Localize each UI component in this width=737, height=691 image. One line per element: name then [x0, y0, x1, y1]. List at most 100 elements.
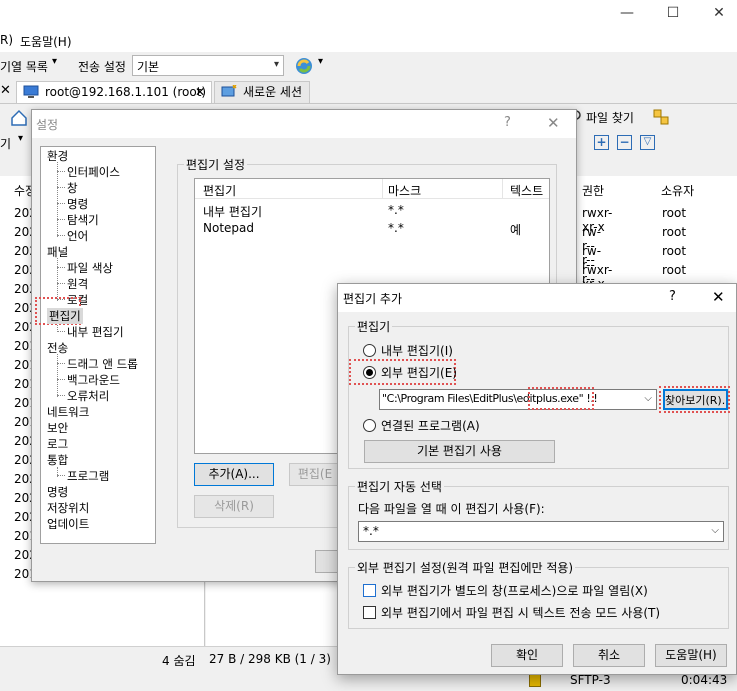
tree-item-drag-drop[interactable]: 드래그 앤 드롭	[67, 356, 138, 372]
dialog-title: 편집기 추가	[343, 292, 403, 306]
chevron-down-icon[interactable]: ▾	[18, 133, 23, 144]
tree-item-environment[interactable]: 환경	[47, 148, 68, 164]
tree-item-internal-editor[interactable]: 내부 편집기	[67, 324, 124, 340]
text-mode-checkbox[interactable]	[363, 606, 376, 619]
column-header-editor[interactable]: 편집기	[203, 182, 236, 199]
delete-editor-button[interactable]: 삭제(R)	[194, 495, 274, 518]
chevron-down-icon[interactable]: ⌵	[644, 393, 652, 404]
list-header: 편집기 마스크 텍스트	[195, 179, 549, 199]
associated-program-radio[interactable]	[363, 419, 376, 432]
close-button[interactable]: ✕	[696, 0, 737, 28]
menu-item-partial[interactable]: R)	[0, 33, 13, 47]
menubar: R) 도움말(H)	[0, 28, 737, 52]
cancel-button[interactable]: 취소	[573, 644, 645, 667]
mask-cell: *.*	[388, 203, 404, 217]
tab-new-session[interactable]: 새로운 세션	[214, 81, 310, 103]
transfer-settings-dropdown[interactable]: 기본 ▾	[132, 55, 284, 76]
tree-item-storage[interactable]: 저장위치	[47, 500, 89, 516]
help-button[interactable]: 도움말(H)	[655, 644, 727, 667]
file-mask-input[interactable]: *.* ⌵	[358, 521, 724, 542]
sync-icon[interactable]	[294, 56, 314, 76]
tree-item-commands-2[interactable]: 명령	[47, 484, 68, 500]
new-session-icon	[221, 84, 237, 99]
close-icon[interactable]: ✕	[712, 288, 725, 306]
home-icon[interactable]	[10, 109, 28, 127]
column-header-owner[interactable]: 소유자	[661, 182, 694, 199]
chevron-down-icon[interactable]: ▾	[52, 56, 57, 67]
toolbar-partial[interactable]: 기	[0, 135, 11, 152]
chevron-down-icon: ▾	[273, 59, 279, 70]
column-header-text[interactable]: 텍스트	[510, 182, 543, 199]
tree-item-background[interactable]: 백그라운드	[67, 372, 120, 388]
close-icon[interactable]: ✕	[0, 83, 11, 98]
queue-dropdown[interactable]: 기열 목록	[0, 58, 48, 75]
computer-icon	[23, 85, 39, 99]
tab-session-root[interactable]: root@192.168.1.101 (root) ✕	[16, 81, 212, 103]
external-editor-path-input[interactable]: "C:\Program Files\EditPlus\editplus.exe"…	[379, 387, 657, 410]
toolbar-transfer: 기열 목록 ▾ 전송 설정 기본 ▾ ▾	[0, 52, 737, 80]
tree-item-language[interactable]: 언어	[67, 228, 88, 244]
protocol-label: SFTP-3	[570, 673, 611, 687]
tree-item-error-handling[interactable]: 오류처리	[67, 388, 109, 404]
expand-icon[interactable]: +	[594, 135, 609, 150]
internal-editor-radio[interactable]	[363, 344, 376, 357]
add-editor-titlebar: 편집기 추가 ? ✕	[338, 284, 736, 312]
hidden-count: 4 숨김	[162, 654, 196, 668]
tree-item-integration[interactable]: 통합	[47, 452, 68, 468]
filter-list-icon[interactable]: ▽	[640, 135, 655, 150]
close-icon[interactable]: ✕	[547, 114, 560, 132]
tree-item-remote[interactable]: 원격	[67, 276, 88, 292]
use-default-editor-button[interactable]: 기본 편집기 사용	[364, 440, 555, 463]
ok-button-partial[interactable]	[315, 550, 339, 573]
tree-item-updates[interactable]: 업데이트	[47, 516, 89, 532]
minimize-button[interactable]: —	[604, 0, 650, 28]
column-header-permissions[interactable]: 권한	[582, 182, 604, 199]
transfer-settings-value: 기본	[137, 60, 160, 74]
tree-item-panels[interactable]: 패널	[47, 244, 68, 260]
tree-item-interface[interactable]: 인터페이스	[67, 164, 120, 180]
session-time: 0:04:43	[681, 673, 728, 687]
filter-icon[interactable]	[652, 108, 670, 126]
browse-button[interactable]: 찾아보기(R)...	[663, 389, 728, 410]
table-row[interactable]: 내부 편집기 *.*	[195, 202, 549, 219]
help-icon[interactable]: ?	[504, 115, 511, 130]
tree-item-file-colors[interactable]: 파일 색상	[67, 260, 113, 276]
external-editor-radio[interactable]	[363, 366, 376, 379]
tree-item-security[interactable]: 보안	[47, 420, 68, 436]
owner-cell: root	[662, 244, 687, 258]
settings-tree[interactable]: 환경 인터페이스 창 명령 탐색기 언어 패널 파일 색상 원격 로컬 편집기 …	[35, 146, 156, 544]
group-title: 외부 편집기 설정(원격 파일 편집에만 적용)	[355, 559, 576, 576]
internal-editor-label: 내부 편집기(I)	[381, 344, 453, 358]
tree-item-transfer[interactable]: 전송	[47, 340, 68, 356]
ok-button[interactable]: 확인	[491, 644, 563, 667]
table-row[interactable]: Notepad *.* 예	[195, 220, 549, 237]
group-title: 편집기	[355, 318, 393, 335]
transfer-settings-label: 전송 설정	[78, 60, 126, 74]
external-editor-label: 외부 편집기(E)	[381, 366, 457, 380]
tree-item-explorer[interactable]: 탐색기	[67, 212, 99, 228]
menu-item-help[interactable]: 도움말(H)	[20, 33, 72, 50]
editor-cell: Notepad	[203, 221, 254, 235]
add-editor-dialog: 편집기 추가 ? ✕ 편집기 내부 편집기(I) 외부 편집기(E) "C:\P…	[337, 283, 737, 675]
tree-item-window[interactable]: 창	[67, 180, 78, 196]
chevron-down-icon[interactable]: ⌵	[711, 525, 719, 536]
tree-item-logging[interactable]: 로그	[47, 436, 68, 452]
collapse-icon[interactable]: −	[617, 135, 632, 150]
tree-item-network[interactable]: 네트워크	[47, 404, 89, 420]
tab-label: 새로운 세션	[243, 85, 303, 99]
main-titlebar: — ☐ ✕	[0, 0, 737, 28]
tree-item-editors[interactable]: 편집기	[47, 308, 83, 324]
chevron-down-icon[interactable]: ▾	[318, 56, 323, 67]
help-icon[interactable]: ?	[669, 289, 676, 304]
column-header-mask[interactable]: 마스크	[388, 182, 421, 199]
add-editor-button[interactable]: 추가(A)...	[194, 463, 274, 486]
separate-window-checkbox[interactable]	[363, 584, 376, 597]
tree-item-commands[interactable]: 명령	[67, 196, 88, 212]
maximize-button[interactable]: ☐	[650, 0, 696, 28]
auto-select-group: 편집기 자동 선택 다음 파일을 열 때 이 편집기 사용(F): *.* ⌵	[348, 478, 729, 550]
tree-item-applications[interactable]: 프로그램	[67, 468, 109, 484]
close-icon[interactable]: ✕	[195, 82, 205, 102]
external-settings-group: 외부 편집기 설정(원격 파일 편집에만 적용) 외부 편집기가 별도의 창(프…	[348, 559, 729, 629]
edit-editor-button[interactable]: 편집(E	[289, 463, 341, 486]
find-files-button[interactable]: 파일 찾기	[586, 109, 634, 126]
